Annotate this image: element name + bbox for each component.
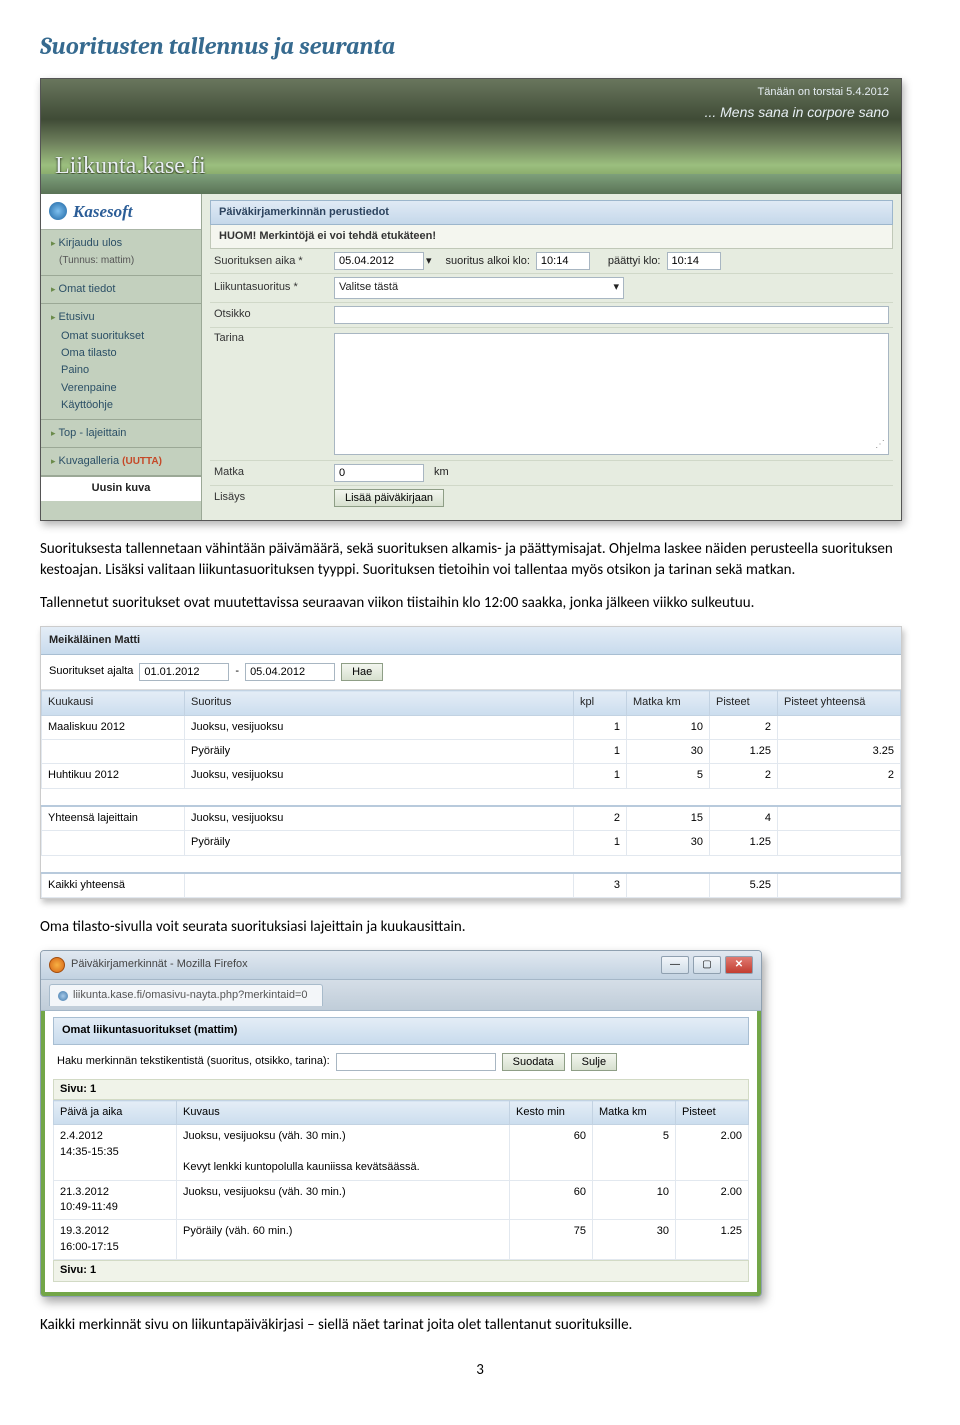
banner: Tänään on torstai 5.4.2012 ... Mens sana… (41, 79, 901, 194)
maximize-button[interactable]: ▢ (693, 956, 721, 974)
filter-to[interactable] (245, 663, 335, 681)
filter-button[interactable]: Suodata (502, 1053, 565, 1071)
diary-row: 19.3.2012 16:00-17:15 Pyöräily (väh. 60 … (54, 1220, 749, 1260)
table-row: Maaliskuu 2012Juoksu, vesijuoksu 110 2 (42, 715, 901, 739)
table-row: Pyöräily 130 1.253.25 (42, 739, 901, 763)
nav-sub-item[interactable]: Omat suoritukset (61, 328, 201, 345)
page-number: 3 (40, 1360, 920, 1381)
label-tarina: Tarina (210, 331, 334, 346)
input-end-time[interactable] (667, 252, 721, 270)
th: Päivä ja aika (54, 1101, 177, 1125)
select-activity[interactable]: Valitse tästä▾ (334, 277, 624, 298)
th: Pisteet (710, 691, 778, 715)
nav-sub-item[interactable]: Verenpaine (61, 380, 201, 397)
label-matka: Matka (210, 465, 334, 480)
unit-km: km (434, 465, 449, 480)
input-date[interactable] (334, 252, 424, 270)
page-indicator-bottom: Sivu: 1 (53, 1260, 749, 1281)
diary-search-input[interactable] (336, 1053, 496, 1071)
logo: Kasesoft (41, 194, 201, 231)
logo-icon (49, 202, 67, 220)
diary-row: 2.4.2012 14:35-15:35 Juoksu, vesijuoksu … (54, 1125, 749, 1180)
banner-motto: ... Mens sana in corpore sano (705, 103, 889, 123)
nav-sub-item[interactable]: Oma tilasto (61, 345, 201, 362)
window-title: Päiväkirjamerkinnät - Mozilla Firefox (71, 957, 248, 972)
label-paattyi: päättyi klo: (608, 254, 661, 269)
th: Matka km (593, 1101, 676, 1125)
nav-top[interactable]: ▸Top - lajeittain (41, 424, 201, 443)
para-2: Tallennetut suoritukset ovat muutettavis… (40, 593, 920, 614)
textarea-story[interactable]: ⋰ (334, 333, 889, 455)
para-4: Kaikki merkinnät sivu on liikuntapäiväki… (40, 1315, 920, 1336)
nav-sub-item[interactable]: Käyttöohje (61, 397, 201, 414)
nav-uusin-kuva: Uusin kuva (41, 476, 201, 500)
th: Kesto min (510, 1101, 593, 1125)
add-button[interactable]: Lisää päiväkirjaan (334, 489, 444, 507)
label-suoritus: Liikuntasuoritus * (210, 280, 334, 295)
screenshot-summary-table: Meikäläinen Matti Suoritukset ajalta - H… (40, 626, 902, 899)
label-otsikko: Otsikko (210, 307, 334, 322)
window-titlebar: Päiväkirjamerkinnät - Mozilla Firefox — … (41, 951, 761, 980)
banner-date: Tänään on torstai 5.4.2012 (758, 85, 889, 100)
para-1: Suorituksesta tallennetaan vähintään päi… (40, 539, 920, 581)
doc-heading: Suoritusten tallennus ja seuranta (40, 30, 920, 64)
nav-logout[interactable]: ▸Kirjaudu ulos (41, 234, 201, 253)
th: Pisteet yhteensä (778, 691, 901, 715)
nav-omat-tiedot[interactable]: ▸Omat tiedot (41, 280, 201, 299)
th: Kuvaus (177, 1101, 510, 1125)
th: Pisteet (676, 1101, 749, 1125)
diary-panel-title: Omat liikuntasuoritukset (mattim) (53, 1017, 749, 1044)
globe-icon (58, 991, 68, 1001)
totals-row: Pyöräily 130 1.25 (42, 831, 901, 855)
summary-table: Kuukausi Suoritus kpl Matka km Pisteet P… (41, 690, 901, 898)
input-title[interactable] (334, 306, 889, 324)
input-start-time[interactable] (536, 252, 590, 270)
nav-username: (Tunnus: mattim) (41, 254, 201, 271)
tab-url: liikunta.kase.fi/omasivu-nayta.php?merki… (73, 988, 308, 1003)
logo-text: Kasesoft (73, 200, 133, 224)
browser-tab[interactable]: liikunta.kase.fi/omasivu-nayta.php?merki… (49, 984, 323, 1006)
sidebar: Kasesoft ▸Kirjaudu ulos (Tunnus: mattim)… (41, 194, 202, 520)
filter-from[interactable] (139, 663, 229, 681)
nav-sublist: Omat suoritukset Oma tilasto Paino Veren… (41, 328, 201, 415)
panel-title: Päiväkirjamerkinnän perustiedot (210, 200, 893, 225)
firefox-icon (49, 957, 65, 973)
warning-text: HUOM! Merkintöjä ei voi tehdä etukäteen! (210, 225, 893, 249)
diary-filter-label: Haku merkinnän tekstikentistä (suoritus,… (57, 1054, 330, 1069)
table-row: Huhtikuu 2012Juoksu, vesijuoksu 15 22 (42, 764, 901, 788)
label-aika: Suorituksen aika * (210, 254, 334, 269)
th: Matka km (627, 691, 710, 715)
entry-form: Päiväkirjamerkinnän perustiedot HUOM! Me… (202, 194, 901, 520)
diary-row: 21.3.2012 10:49-11:49 Juoksu, vesijuoksu… (54, 1180, 749, 1220)
close-button[interactable]: ✕ (725, 956, 753, 974)
label-lisays: Lisäys (210, 490, 334, 505)
page-indicator-top: Sivu: 1 (53, 1079, 749, 1100)
minimize-button[interactable]: — (661, 956, 689, 974)
th: Kuukausi (42, 691, 185, 715)
search-button[interactable]: Hae (341, 663, 383, 681)
screenshot-diary-window: Päiväkirjamerkinnät - Mozilla Firefox — … (40, 950, 762, 1297)
th: Suoritus (185, 691, 574, 715)
grand-total-row: Kaikki yhteensä 3 5.25 (42, 873, 901, 898)
close-panel-button[interactable]: Sulje (571, 1053, 617, 1071)
th: kpl (574, 691, 627, 715)
summary-name: Meikäläinen Matti (41, 627, 901, 655)
totals-row: Yhteensä lajeittainJuoksu, vesijuoksu 21… (42, 806, 901, 831)
label-alkoi: suoritus alkoi klo: (446, 254, 530, 269)
chevron-down-icon: ▾ (613, 280, 619, 295)
nav-sub-item[interactable]: Paino (61, 362, 201, 379)
nav-gallery[interactable]: ▸Kuvagalleria (UUTTA) (41, 452, 201, 471)
filter-label: Suoritukset ajalta (49, 664, 133, 679)
diary-table: Päivä ja aika Kuvaus Kesto min Matka km … (53, 1100, 749, 1260)
tab-bar: liikunta.kase.fi/omasivu-nayta.php?merki… (41, 980, 761, 1011)
input-distance[interactable] (334, 464, 424, 482)
nav-etusivu[interactable]: ▸Etusivu (41, 308, 201, 327)
screenshot-entry-form: Tänään on torstai 5.4.2012 ... Mens sana… (40, 78, 902, 521)
para-3: Oma tilasto-sivulla voit seurata suoritu… (40, 917, 920, 938)
